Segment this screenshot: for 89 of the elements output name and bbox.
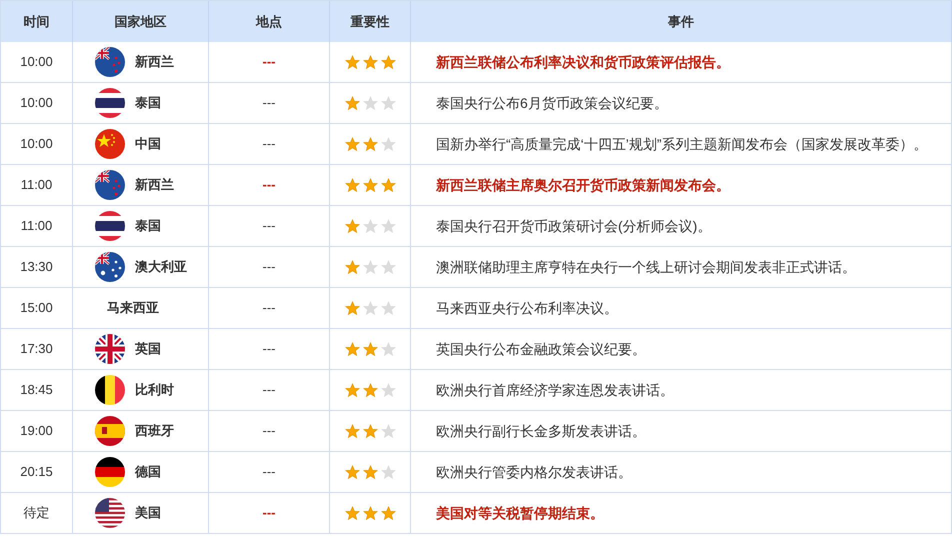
star-icon xyxy=(344,260,360,274)
time-cell: 17:30 xyxy=(1,329,73,370)
star-icon xyxy=(380,506,396,520)
star-icon xyxy=(362,54,378,70)
star-icon xyxy=(344,300,360,316)
time-cell: 19:00 xyxy=(1,411,73,452)
column-header: 事件 xyxy=(411,1,952,42)
star-icon xyxy=(380,96,396,110)
time-cell: 15:00 xyxy=(1,288,73,329)
star-icon xyxy=(380,342,396,356)
event-cell: 马来西亚央行公布利率决议。 xyxy=(411,288,952,329)
time-cell: 10:00 xyxy=(1,42,73,83)
country-name: 新西兰 xyxy=(135,53,174,71)
star-icon xyxy=(344,54,360,70)
country-name: 美国 xyxy=(135,504,161,522)
star-icon xyxy=(344,178,360,192)
star-icon xyxy=(344,342,360,356)
location-cell: --- xyxy=(209,370,330,411)
star-icon xyxy=(344,218,360,234)
star-icon xyxy=(344,464,360,480)
star-icon xyxy=(380,260,396,274)
location-cell: --- xyxy=(209,493,330,534)
location-cell: --- xyxy=(209,42,330,83)
event-cell: 国新办举行“高质量完成‘十四五’规划”系列主题新闻发布会（国家发展改革委）。 xyxy=(411,124,952,165)
star-icon xyxy=(380,218,396,234)
star-icon xyxy=(362,464,378,480)
location-cell: --- xyxy=(209,288,330,329)
star-icon xyxy=(380,464,396,480)
time-cell: 18:45 xyxy=(1,370,73,411)
column-header: 国家地区 xyxy=(73,1,209,42)
star-icon xyxy=(362,506,378,520)
star-icon xyxy=(362,136,378,152)
time-cell: 11:00 xyxy=(1,206,73,247)
star-icon xyxy=(380,136,396,152)
star-icon xyxy=(362,260,378,274)
location-cell: --- xyxy=(209,165,330,206)
time-cell: 20:15 xyxy=(1,452,73,493)
star-icon xyxy=(380,382,396,398)
location-cell: --- xyxy=(209,329,330,370)
time-cell: 10:00 xyxy=(1,83,73,124)
event-cell: 英国央行公布金融政策会议纪要。 xyxy=(411,329,952,370)
event-cell: 欧洲央行首席经济学家连恩发表讲话。 xyxy=(411,370,952,411)
event-cell: 澳洲联储助理主席亨特在央行一个线上研讨会期间发表非正式讲话。 xyxy=(411,247,952,288)
country-name: 德国 xyxy=(135,463,161,481)
event-cell: 新西兰联储公布利率决议和货币政策评估报告。 xyxy=(411,42,952,83)
star-icon xyxy=(362,424,378,438)
star-icon xyxy=(362,382,378,398)
star-icon xyxy=(362,178,378,192)
star-icon xyxy=(362,342,378,356)
column-header: 重要性 xyxy=(330,1,411,42)
country-name: 英国 xyxy=(135,340,161,358)
column-header: 地点 xyxy=(209,1,330,42)
location-cell: --- xyxy=(209,83,330,124)
location-cell: --- xyxy=(209,206,330,247)
star-icon xyxy=(362,218,378,234)
event-cell: 欧洲央行管委内格尔发表讲话。 xyxy=(411,452,952,493)
star-icon xyxy=(344,136,360,152)
star-icon xyxy=(380,178,396,192)
country-name: 比利时 xyxy=(135,381,174,399)
time-cell: 11:00 xyxy=(1,165,73,206)
star-icon xyxy=(344,424,360,438)
country-name: 泰国 xyxy=(135,94,161,112)
country-name: 西班牙 xyxy=(135,422,174,440)
star-icon xyxy=(344,382,360,398)
event-cell: 泰国央行公布6月货币政策会议纪要。 xyxy=(411,83,952,124)
star-icon xyxy=(344,96,360,110)
event-cell: 新西兰联储主席奥尔召开货币政策新闻发布会。 xyxy=(411,165,952,206)
country-name: 中国 xyxy=(135,135,161,153)
star-icon xyxy=(362,96,378,110)
time-cell: 13:30 xyxy=(1,247,73,288)
event-cell: 欧洲央行副行长金多斯发表讲话。 xyxy=(411,411,952,452)
column-header: 时间 xyxy=(1,1,73,42)
location-cell: --- xyxy=(209,452,330,493)
event-cell: 美国对等关税暂停期结束。 xyxy=(411,493,952,534)
location-cell: --- xyxy=(209,411,330,452)
star-icon xyxy=(362,300,378,316)
star-icon xyxy=(380,424,396,438)
event-cell: 泰国央行召开货币政策研讨会(分析师会议)。 xyxy=(411,206,952,247)
location-cell: --- xyxy=(209,124,330,165)
country-name: 澳大利亚 xyxy=(135,258,187,276)
country-name: 马来西亚 xyxy=(107,299,159,317)
star-icon xyxy=(380,54,396,70)
star-icon xyxy=(344,506,360,520)
country-name: 泰国 xyxy=(135,217,161,235)
location-cell: --- xyxy=(209,247,330,288)
star-icon xyxy=(380,300,396,316)
time-cell: 10:00 xyxy=(1,124,73,165)
country-name: 新西兰 xyxy=(135,176,174,194)
time-cell: 待定 xyxy=(1,493,73,534)
